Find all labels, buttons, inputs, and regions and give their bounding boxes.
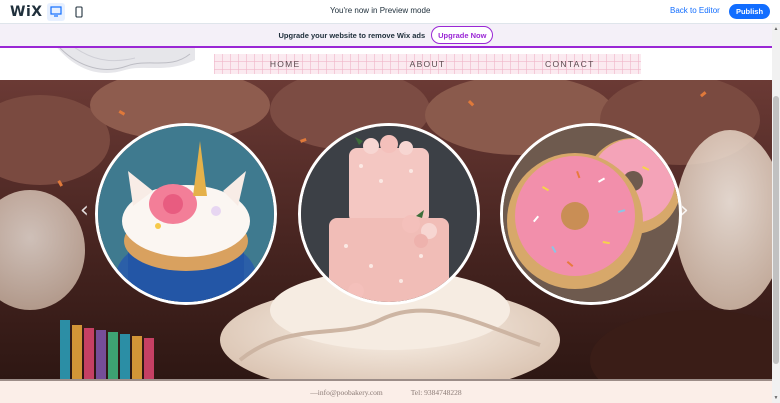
sprinkle-donuts-image — [500, 123, 682, 305]
scroll-up-arrow-icon[interactable]: ▲ — [773, 26, 779, 32]
site-nav: HOME ABOUT CONTACT — [214, 54, 641, 74]
nav-item-about[interactable]: ABOUT — [356, 54, 498, 74]
mobile-view-button[interactable] — [70, 3, 88, 21]
upgrade-banner-text: Upgrade your website to remove Wix ads — [278, 30, 426, 40]
preview-mode-notice: You're now in Preview mode — [330, 6, 431, 15]
desktop-icon — [50, 6, 62, 17]
back-to-editor-link[interactable]: Back to Editor — [670, 6, 720, 15]
header-decoration-image — [57, 48, 195, 73]
slider-prev-arrow[interactable]: ‹ — [80, 198, 89, 223]
publish-button[interactable]: Publish — [729, 4, 770, 19]
pink-tiered-cake-image — [298, 123, 480, 305]
wix-logo: WiX — [10, 3, 43, 20]
scroll-down-arrow-icon[interactable]: ▼ — [773, 395, 779, 401]
nav-item-contact[interactable]: CONTACT — [499, 54, 641, 74]
site-header: HOME ABOUT CONTACT — [0, 48, 772, 80]
scrollbar-thumb[interactable] — [773, 96, 779, 364]
footer-email[interactable]: —info@poobakery.com — [310, 388, 382, 397]
desktop-view-button[interactable] — [47, 2, 65, 21]
editor-top-bar: WiX You're now in Preview mode Back to E… — [0, 0, 780, 24]
nav-item-home[interactable]: HOME — [214, 54, 356, 74]
upgrade-banner: Upgrade your website to remove Wix ads U… — [0, 24, 772, 46]
footer-phone: Tel: 9384748228 — [410, 387, 462, 397]
unicorn-cupcake-image — [95, 123, 277, 305]
upgrade-now-button[interactable]: Upgrade Now — [431, 26, 494, 44]
mobile-icon — [75, 5, 83, 18]
site-footer: —info@poobakery.com Tel: 9384748228 — [0, 379, 772, 403]
